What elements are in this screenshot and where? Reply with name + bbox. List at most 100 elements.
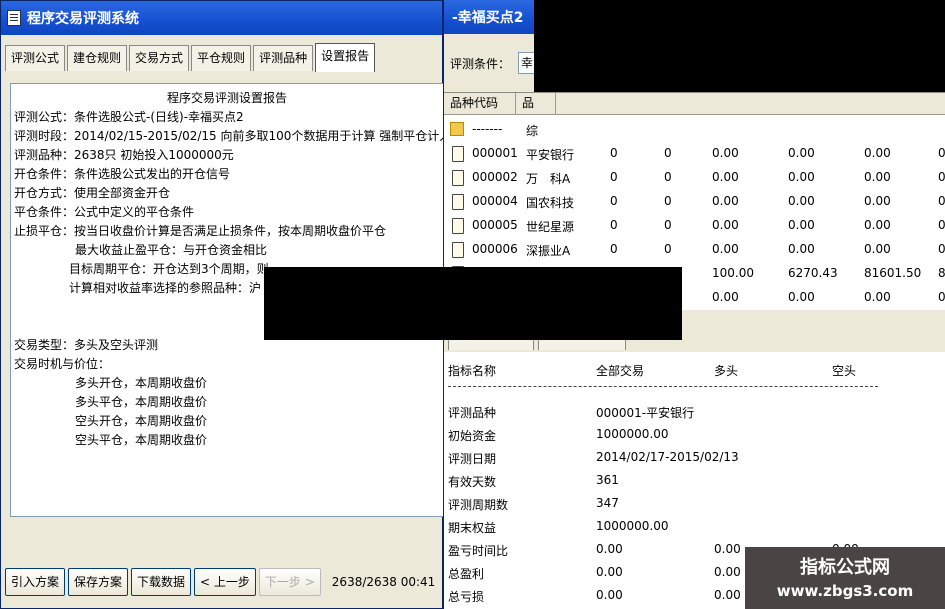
grid-cell-c5: 0.00	[864, 146, 891, 160]
metrics-row: 期末权益 1000000.00	[444, 517, 945, 538]
metrics-cell-label: 评测品种	[448, 406, 497, 420]
grid-cell-code: 000001	[472, 146, 518, 160]
grid-row[interactable]: 000002 万 科A 0 0 0.00 0.00 0.00 0	[444, 167, 945, 191]
grid-cell-name: 深振业A	[526, 244, 571, 258]
grid-cell-c3: 100.00	[712, 266, 754, 280]
report-line: 平仓条件：公式中定义的平仓条件	[14, 205, 195, 219]
report-line: 止损平仓：按当日收盘价计算是否满足止损条件，按本周期收盘价平仓	[14, 224, 387, 238]
report-line: 评测品种：2638只 初始投入1000000元	[14, 148, 234, 162]
grid-cell-c2: 0	[664, 242, 672, 256]
metrics-col-all: 全部交易	[596, 364, 645, 378]
metrics-cell-label: 总盈利	[448, 567, 485, 581]
metrics-cell-all: 1000000.00	[596, 427, 669, 441]
tab-instruments[interactable]: 评测品种	[253, 45, 314, 71]
settings-tabs: 评测公式 建仓规则 交易方式 平仓规则 评测品种 设置报告	[5, 43, 377, 72]
metrics-header: 指标名称 全部交易 多头 空头	[444, 360, 945, 381]
document-icon	[452, 146, 464, 162]
metrics-cell-all: 0.00	[596, 588, 623, 602]
grid-cell-c4: 6270.43	[788, 266, 838, 280]
grid-cell-name: 世纪星源	[526, 220, 575, 234]
grid-cell-code: -------	[472, 122, 503, 136]
left-title-bar[interactable]: 程序交易评测系统	[1, 1, 442, 35]
report-timing-header: 交易时机与价位：	[14, 357, 111, 371]
next-step-button[interactable]: 下一步 >	[258, 568, 321, 596]
grid-cell-c6: 0	[938, 242, 945, 256]
grid-cell-c4: 0.00	[788, 194, 815, 208]
metrics-cell-long: 0.00	[714, 565, 741, 579]
metrics-cell-label: 评测周期数	[448, 498, 509, 512]
grid-cell-c1: 0	[610, 194, 618, 208]
report-title: 程序交易评测设置报告	[166, 91, 287, 105]
grid-cell-c4: 0.00	[788, 290, 815, 304]
grid-header: 品种代码 品	[444, 93, 945, 115]
grid-cell-c2: 0	[664, 170, 672, 184]
grid-row[interactable]: 000001 平安银行 0 0 0.00 0.00 0.00 0	[444, 143, 945, 167]
grid-cell-name: 平安银行	[526, 148, 575, 162]
grid-cell-c4: 0.00	[788, 146, 815, 160]
tab-trade-mode[interactable]: 交易方式	[129, 45, 190, 71]
grid-cell-c2: 0	[664, 194, 672, 208]
redaction-block	[264, 267, 682, 340]
metrics-cell-long: 0.00	[714, 588, 741, 602]
grid-cell-c3: 0.00	[712, 218, 739, 232]
grid-cell-c5: 0.00	[864, 242, 891, 256]
grid-cell-c4: 0.00	[788, 170, 815, 184]
grid-cell-c6: 0	[938, 218, 945, 232]
grid-cell-c4: 0.00	[788, 242, 815, 256]
download-data-button[interactable]: 下载数据	[131, 568, 192, 596]
grid-cell-c5: 0.00	[864, 170, 891, 184]
metrics-cell-all: 000001-平安银行	[596, 406, 695, 420]
window-title: 程序交易评测系统	[27, 11, 139, 27]
grid-cell-c2: 0	[664, 146, 672, 160]
condition-label: 评测条件：	[450, 56, 511, 71]
tab-report[interactable]: 设置报告	[315, 43, 376, 72]
grid-cell-code: 000005	[472, 218, 518, 232]
save-plan-button[interactable]: 保存方案	[68, 568, 129, 596]
grid-cell-c5: 0.00	[864, 218, 891, 232]
metrics-cell-all: 2014/02/17-2015/02/13	[596, 450, 739, 464]
grid-cell-c3: 0.00	[712, 194, 739, 208]
progress-status: 2638/2638 00:41	[331, 575, 436, 589]
report-line: 开仓条件：条件选股公式发出的开仓信号	[14, 167, 231, 181]
metrics-cell-label: 总亏损	[448, 590, 485, 604]
grid-row[interactable]: ------- 综	[444, 119, 945, 143]
grid-cell-c5: 81601.50	[864, 266, 922, 280]
grid-cell-code: 000006	[472, 242, 518, 256]
grid-cell-c1: 0	[610, 146, 618, 160]
grid-cell-c6: 0	[938, 170, 945, 184]
document-icon	[452, 194, 464, 210]
import-plan-button[interactable]: 引入方案	[5, 568, 66, 596]
grid-row[interactable]: 000004 国农科技 0 0 0.00 0.00 0.00 0	[444, 191, 945, 215]
metrics-cell-label: 初始资金	[448, 429, 497, 443]
grid-cell-name: 综	[526, 124, 539, 138]
document-icon	[7, 10, 21, 26]
report-subline: 最大收益止盈平仓：与开仓资金相比	[75, 243, 268, 257]
grid-row[interactable]: 000005 世纪星源 0 0 0.00 0.00 0.00 0	[444, 215, 945, 239]
tab-close-rules[interactable]: 平仓规则	[191, 45, 252, 71]
metrics-cell-all: 0.00	[596, 565, 623, 579]
metrics-cell-all: 347	[596, 496, 619, 510]
grid-row[interactable]: 000006 深振业A 0 0 0.00 0.00 0.00 0	[444, 239, 945, 263]
metrics-row: 评测品种 000001-平安银行	[444, 402, 945, 423]
tab-open-rules[interactable]: 建仓规则	[67, 45, 128, 71]
grid-cell-c6: 0	[938, 290, 945, 304]
tab-formula[interactable]: 评测公式	[5, 45, 66, 71]
prev-step-button[interactable]: < 上一步	[194, 568, 256, 596]
document-icon	[452, 218, 464, 234]
grid-cell-c5: 0.00	[864, 194, 891, 208]
col-header-code[interactable]: 品种代码	[444, 93, 516, 114]
grid-cell-c6: 0	[938, 146, 945, 160]
col-header-name[interactable]: 品	[516, 93, 556, 114]
grid-cell-c5: 0.00	[864, 290, 891, 304]
grid-cell-c1: 0	[610, 242, 618, 256]
grid-cell-c4: 0.00	[788, 218, 815, 232]
report-timing-line: 多头平仓，本周期收盘价	[75, 395, 208, 409]
metrics-cell-all: 1000000.00	[596, 519, 669, 533]
metrics-cell-all: 0.00	[596, 542, 623, 556]
metrics-cell-label: 期末权益	[448, 521, 497, 535]
grid-cell-code: 000004	[472, 194, 518, 208]
grid-cell-c3: 0.00	[712, 242, 739, 256]
grid-cell-c2: 0	[664, 218, 672, 232]
folder-icon	[450, 122, 464, 136]
report-timing-line: 空头平仓，本周期收盘价	[75, 433, 208, 447]
